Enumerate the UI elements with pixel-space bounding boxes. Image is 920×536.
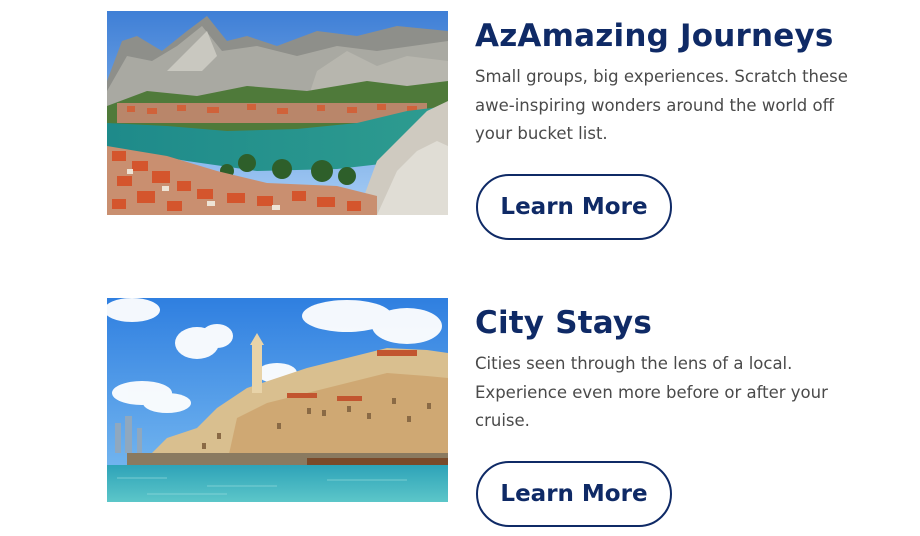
promo-title: City Stays	[475, 305, 652, 341]
learn-more-button[interactable]: Learn More	[476, 461, 672, 527]
promo-page: AzAmazing Journeys Small groups, big exp…	[0, 0, 920, 536]
promo-text-block: City Stays Cities seen through the lens …	[475, 304, 865, 436]
mountain-town-river-image	[107, 11, 448, 215]
promo-card-azamazing-journeys: AzAmazing Journeys Small groups, big exp…	[107, 11, 887, 240]
learn-more-button[interactable]: Learn More	[476, 174, 672, 240]
promo-card-city-stays: City Stays Cities seen through the lens …	[107, 298, 887, 527]
promo-text-block: AzAmazing Journeys Small groups, big exp…	[475, 17, 865, 149]
promo-description: Cities seen through the lens of a local.…	[475, 354, 828, 430]
promo-description: Small groups, big experiences. Scratch t…	[475, 67, 848, 143]
promo-title: AzAmazing Journeys	[475, 18, 834, 54]
coastal-old-city-image	[107, 298, 448, 502]
